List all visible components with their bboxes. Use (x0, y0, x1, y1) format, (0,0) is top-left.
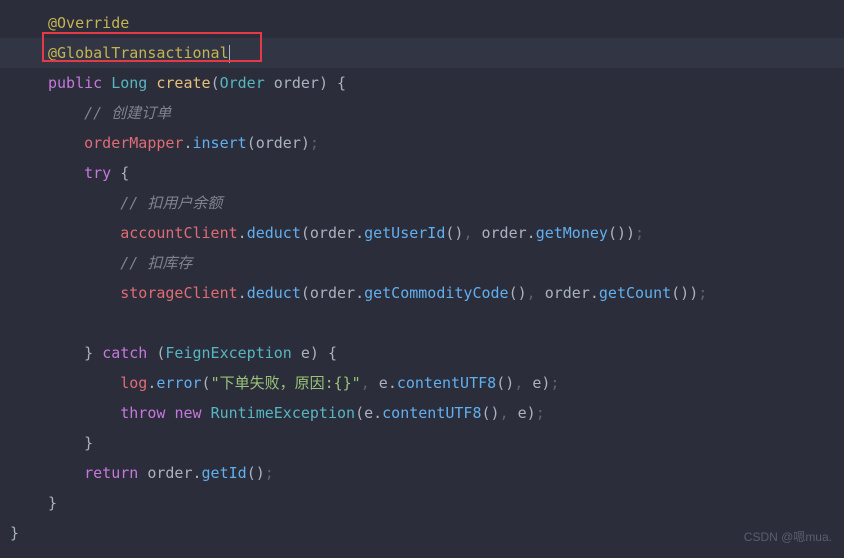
code-line: accountClient.deduct(order.getUserId(), … (0, 218, 844, 248)
code-line: log.error("下单失败，原因:{}", e.contentUTF8(),… (0, 368, 844, 398)
code-line: } catch (FeignException e) { (0, 338, 844, 368)
code-line: // 扣用户余额 (0, 188, 844, 218)
annotation: @GlobalTransactional (48, 44, 229, 62)
code-line: } (0, 488, 844, 518)
code-line-highlighted: @GlobalTransactional (0, 38, 844, 68)
code-line: @Override (0, 8, 844, 38)
code-line: orderMapper.insert(order); (0, 128, 844, 158)
code-line (0, 308, 844, 338)
code-line: } (0, 518, 844, 548)
code-line: // 扣库存 (0, 248, 844, 278)
watermark: CSDN @嗯mua. (744, 522, 832, 552)
code-line: public Long create(Order order) { (0, 68, 844, 98)
code-line: throw new RuntimeException(e.contentUTF8… (0, 398, 844, 428)
annotation: @Override (48, 14, 129, 32)
code-line: return order.getId(); (0, 458, 844, 488)
code-line: storageClient.deduct(order.getCommodityC… (0, 278, 844, 308)
code-line: } (0, 428, 844, 458)
text-cursor (229, 45, 230, 63)
code-editor[interactable]: @Override @GlobalTransactional public Lo… (0, 8, 844, 548)
code-line: // 创建订单 (0, 98, 844, 128)
code-line: try { (0, 158, 844, 188)
